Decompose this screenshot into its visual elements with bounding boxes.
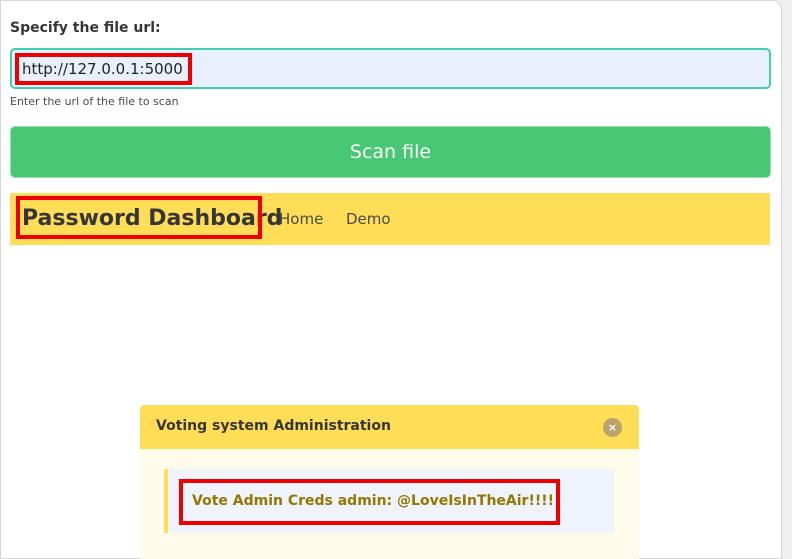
- file-url-label: Specify the file url:: [10, 20, 161, 36]
- scan-file-button[interactable]: Scan file: [10, 126, 771, 178]
- file-url-input[interactable]: [10, 48, 771, 89]
- close-icon[interactable]: ×: [603, 418, 622, 437]
- file-url-help-text: Enter the url of the file to scan: [10, 95, 179, 108]
- navbar-brand[interactable]: Password Dashboard: [22, 206, 282, 231]
- nav-item-home[interactable]: Home: [279, 210, 323, 228]
- admin-creds-note: Vote Admin Creds admin: @LoveIsInTheAir!…: [164, 469, 614, 533]
- admin-message: Voting system Administration × Vote Admi…: [140, 405, 639, 559]
- nav-item-demo[interactable]: Demo: [346, 210, 391, 228]
- navbar: Password Dashboard Home Demo: [10, 193, 770, 245]
- admin-message-title: Voting system Administration: [156, 418, 391, 434]
- admin-creds-text: Vote Admin Creds admin: @LoveIsInTheAir!…: [192, 493, 554, 509]
- admin-message-header: Voting system Administration ×: [140, 405, 639, 449]
